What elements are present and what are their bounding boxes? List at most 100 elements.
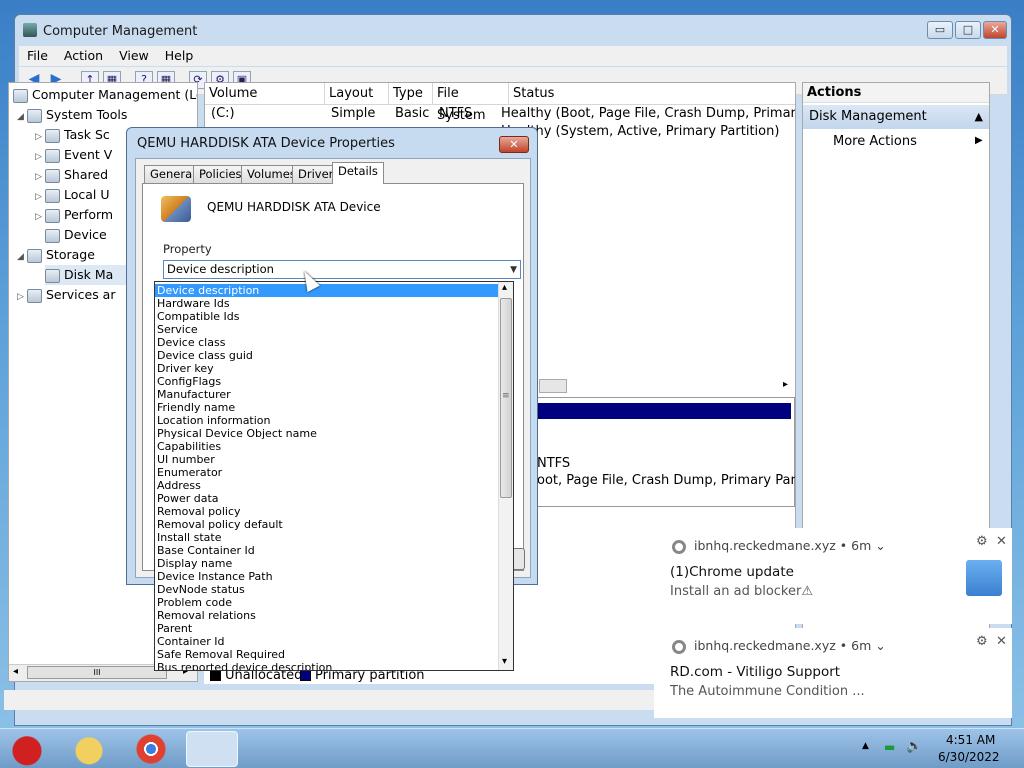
dropdown-option[interactable]: Device class guid (155, 349, 498, 362)
dropdown-option[interactable]: Friendly name (155, 401, 498, 414)
dropdown-option[interactable]: Install state (155, 531, 498, 544)
notification-2[interactable]: ibnhq.reckedmane.xyz • 6m ⌄ ⚙ ✕ RD.com -… (654, 628, 1012, 718)
dropdown-option[interactable]: Removal policy (155, 505, 498, 518)
maximize-button[interactable]: □ (955, 21, 981, 39)
volume-icon[interactable]: 🔈 (906, 739, 922, 754)
property-select[interactable]: Device description ▼ (163, 260, 521, 279)
dropdown-option[interactable]: Service (155, 323, 498, 336)
dropdown-option[interactable]: Location information (155, 414, 498, 427)
dropdown-option[interactable]: Bus reported device description (155, 661, 498, 670)
dropdown-option[interactable]: Removal relations (155, 609, 498, 622)
scroll-right-icon[interactable]: ▸ (783, 379, 788, 390)
computer-management-taskbar-icon[interactable] (186, 731, 238, 767)
gear-icon[interactable]: ⚙ (976, 634, 988, 649)
more-actions-item[interactable]: More Actions (833, 133, 917, 151)
angry-birds-icon[interactable] (4, 731, 50, 767)
dropdown-option[interactable]: Problem code (155, 596, 498, 609)
tree-item-services[interactable]: ▷ Services ar (17, 285, 115, 305)
dropdown-option[interactable]: Capabilities (155, 440, 498, 453)
menu-view[interactable]: View (111, 46, 157, 66)
collapse-arrow-icon[interactable]: ◢ (17, 247, 27, 267)
actions-section-disk-management[interactable]: Disk Management ▲ (803, 105, 989, 129)
close-button[interactable]: ✕ (983, 21, 1007, 39)
clock-date[interactable]: 6/30/2022 (938, 750, 1000, 764)
dialog-close-button[interactable]: ✕ (499, 136, 529, 153)
gear-icon[interactable]: ⚙ (976, 534, 988, 549)
notification-1[interactable]: ibnhq.reckedmane.xyz • 6m ⌄ ⚙ ✕ (1)Chrom… (654, 528, 1012, 624)
clock-time[interactable]: 4:51 AM (946, 733, 995, 747)
chevron-down-icon[interactable]: ▼ (510, 262, 517, 279)
scroll-up-icon[interactable]: ▴ (502, 282, 507, 293)
column-header-layout[interactable]: Layout (325, 83, 389, 105)
notification-time[interactable]: • 6m ⌄ (840, 538, 886, 553)
tree-scroll-thumb[interactable]: III (27, 666, 167, 679)
list-scroll-thumb[interactable] (539, 379, 567, 393)
dropdown-option[interactable]: Compatible Ids (155, 310, 498, 323)
expand-arrow-icon[interactable]: ▷ (35, 167, 45, 187)
dropdown-option[interactable]: Manufacturer (155, 388, 498, 401)
tray-expand-icon[interactable]: ▲ (862, 741, 869, 751)
dropdown-option[interactable]: Driver key (155, 362, 498, 375)
unallocated-swatch (210, 670, 221, 681)
scroll-down-icon[interactable]: ▾ (502, 656, 507, 667)
tree-item-performance[interactable]: ▷ Perform (35, 205, 113, 225)
dropdown-option[interactable]: Removal policy default (155, 518, 498, 531)
file-explorer-icon[interactable] (66, 731, 112, 767)
dropdown-option[interactable]: UI number (155, 453, 498, 466)
dropdown-scroll-thumb[interactable]: ≡ (500, 298, 512, 498)
menu-file[interactable]: File (19, 46, 56, 66)
menu-help[interactable]: Help (157, 46, 202, 66)
dropdown-option[interactable]: Base Container Id (155, 544, 498, 557)
notification-message: Install an ad blocker⚠ (670, 584, 813, 599)
dropdown-option[interactable]: DevNode status (155, 583, 498, 596)
menu-action[interactable]: Action (56, 46, 111, 66)
expand-arrow-icon[interactable]: ▷ (35, 147, 45, 167)
dropdown-option[interactable]: Hardware Ids (155, 297, 498, 310)
close-icon[interactable]: ✕ (996, 634, 1007, 649)
dropdown-option[interactable]: Parent (155, 622, 498, 635)
expand-arrow-icon[interactable]: ▷ (35, 127, 45, 147)
column-header-file-system[interactable]: File System (433, 83, 509, 123)
dropdown-option[interactable]: Device class (155, 336, 498, 349)
column-header-status[interactable]: Status (509, 83, 795, 105)
tree-item-system-tools[interactable]: ◢ System Tools (17, 105, 127, 125)
collapse-arrow-icon[interactable]: ◢ (17, 107, 27, 127)
expand-arrow-icon[interactable]: ▷ (35, 187, 45, 207)
dropdown-option[interactable]: Power data (155, 492, 498, 505)
collapse-arrow-icon[interactable]: ▲ (975, 105, 983, 129)
dropdown-scrollbar[interactable]: ▴ ≡ ▾ (498, 282, 513, 670)
dropdown-option[interactable]: Display name (155, 557, 498, 570)
dropdown-option[interactable]: Device description (155, 284, 498, 297)
tree-item-event-viewer[interactable]: ▷ Event V (35, 145, 112, 165)
scroll-left-icon[interactable]: ◂ (13, 666, 18, 677)
tree-item-computer-management[interactable]: Computer Management (Loca (13, 85, 197, 105)
dropdown-option[interactable]: Safe Removal Required (155, 648, 498, 661)
tree-item-label: Device (64, 227, 107, 242)
expand-arrow-icon[interactable]: ▷ (35, 207, 45, 227)
minimize-button[interactable]: ▭ (927, 21, 953, 39)
notification-time[interactable]: • 6m ⌄ (840, 638, 886, 653)
row-1-status: Healthy (Boot, Page File, Crash Dump, Pr… (501, 106, 796, 121)
network-icon[interactable]: ▬ (884, 740, 895, 754)
tab-details[interactable]: Details (332, 162, 384, 184)
row-1-volume[interactable]: (C:) (211, 105, 235, 123)
dropdown-option[interactable]: Address (155, 479, 498, 492)
dropdown-option[interactable]: Container Id (155, 635, 498, 648)
dropdown-option[interactable]: Device Instance Path (155, 570, 498, 583)
tree-item-local-users[interactable]: ▷ Local U (35, 185, 110, 205)
close-icon[interactable]: ✕ (996, 534, 1007, 549)
title-bar[interactable]: Computer Management ▭ □ ✕ (15, 15, 1011, 47)
device-manager-icon (45, 228, 60, 243)
chrome-taskbar-icon[interactable] (128, 731, 174, 767)
tree-item-shared-folders[interactable]: ▷ Shared (35, 165, 108, 185)
tree-item-task-scheduler[interactable]: ▷ Task Sc (35, 125, 110, 145)
column-header-type[interactable]: Type (389, 83, 433, 105)
dropdown-option[interactable]: ConfigFlags (155, 375, 498, 388)
dropdown-option[interactable]: Physical Device Object name (155, 427, 498, 440)
column-header-volume[interactable]: Volume (205, 83, 325, 105)
tab-policies[interactable]: Policies (193, 165, 248, 183)
dropdown-option[interactable]: Enumerator (155, 466, 498, 479)
expand-arrow-icon[interactable]: ▷ (17, 287, 27, 307)
tree-item-device-manager[interactable]: Device (45, 225, 107, 245)
tree-item-storage[interactable]: ◢ Storage (17, 245, 95, 265)
